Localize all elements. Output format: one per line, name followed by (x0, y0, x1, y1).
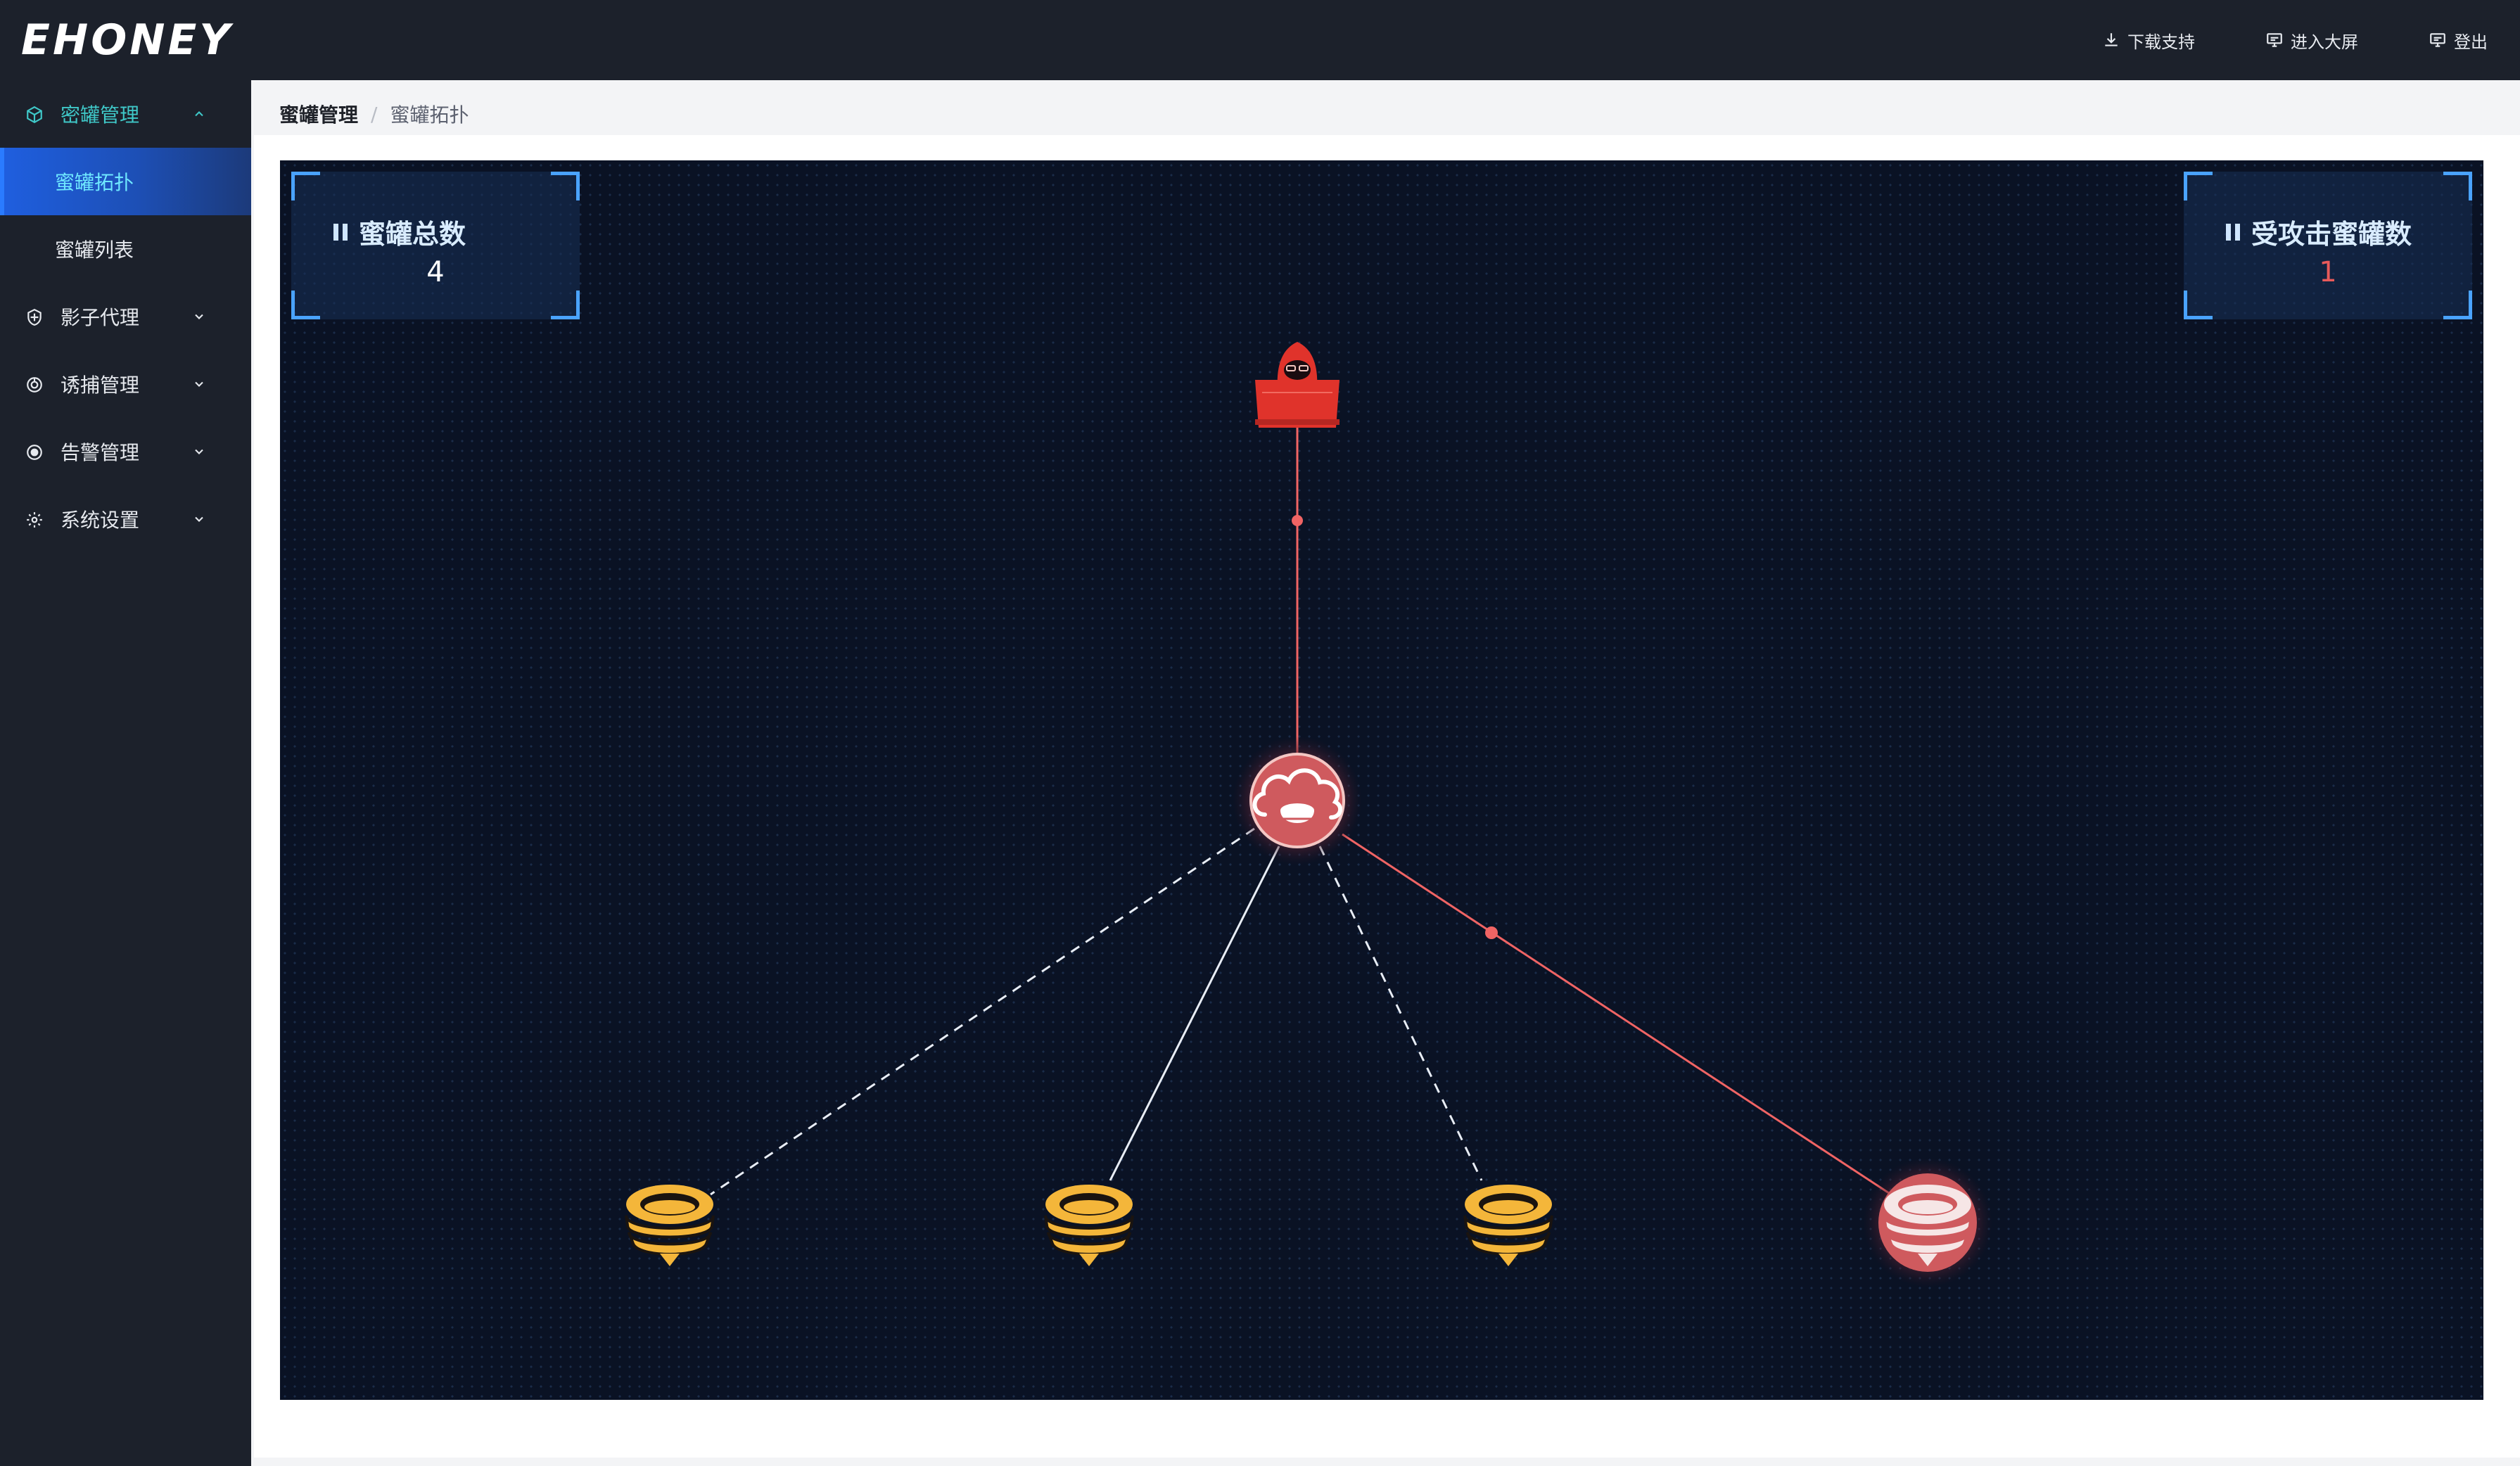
chevron-up-icon (195, 111, 203, 117)
sidebar-group-honeypot-management[interactable]: 密罐管理 (0, 80, 251, 148)
chevron-down-icon (195, 314, 203, 319)
honeypot-rim-inner (1064, 1200, 1114, 1214)
honeypot-tip (1498, 1254, 1518, 1266)
laptop-base (1255, 419, 1339, 425)
sidebar-group-label: 告警管理 (61, 441, 140, 464)
breadcrumb-current: 蜜罐拓扑 (390, 103, 469, 127)
honeypot-tip (660, 1254, 680, 1266)
breadcrumb: 蜜罐管理 / 蜜罐拓扑 (279, 100, 469, 128)
sidebar-group-label: 影子代理 (61, 306, 140, 329)
honeypot-tip (1079, 1254, 1099, 1266)
logout-icon (2430, 33, 2445, 47)
link-hub-honeypot-1 (710, 827, 1255, 1196)
logout-link[interactable]: 登出 (2429, 28, 2488, 53)
link-hub-honeypot-4 (1342, 833, 1892, 1196)
link-hub-honeypot-2 (1109, 846, 1280, 1181)
honeypot-node-1[interactable] (625, 1185, 715, 1266)
sidebar-group-label: 诱捕管理 (61, 374, 140, 397)
honeypot-rim-inner (1902, 1200, 1953, 1214)
honeypot-rim-inner (1483, 1200, 1534, 1214)
breadcrumb-parent[interactable]: 蜜罐管理 (279, 100, 358, 128)
link-marker (1485, 926, 1498, 939)
shield-icon (27, 308, 42, 326)
topology-canvas[interactable]: 蜜罐总数 4 受攻击蜜罐数 1 (280, 160, 2483, 1400)
sidebar-item-honeypot-list[interactable]: 蜜罐列表 (0, 215, 251, 283)
logo[interactable]: EHONEY (21, 15, 233, 65)
download-icon (2105, 33, 2118, 46)
logout-label: 登出 (2454, 32, 2488, 52)
gear-icon (27, 512, 42, 528)
download-support-link[interactable]: 下载支持 (2102, 28, 2195, 53)
sidebar-group-label: 系统设置 (61, 509, 140, 532)
link-hub-honeypot-3 (1318, 846, 1483, 1181)
sidebar-item-label: 蜜罐列表 (55, 238, 134, 262)
logo-text: EHONEY (21, 15, 233, 65)
top-nav: 下载支持 进入大屏 登出 (2032, 0, 2488, 80)
enter-bigscreen-link[interactable]: 进入大屏 (2265, 28, 2358, 53)
chevron-down-icon (195, 516, 203, 522)
honeypot-node-3[interactable] (1463, 1185, 1553, 1266)
honeypot-node-4-attacked[interactable] (1863, 1158, 1992, 1287)
topology-graph (625, 342, 1992, 1287)
sidebar-item-label: 蜜罐拓扑 (55, 171, 134, 194)
hub-ring (1249, 753, 1345, 848)
monitor-icon (2267, 33, 2282, 47)
sidebar-group-system-settings[interactable]: 系统设置 (0, 485, 251, 553)
alarm-icon (27, 445, 42, 460)
attacker-node[interactable] (1255, 342, 1339, 428)
sidebar-group-trap-management[interactable]: 诱捕管理 (0, 350, 251, 418)
sidebar-group-alarm-management[interactable]: 告警管理 (0, 418, 251, 485)
chevron-down-icon (195, 449, 203, 454)
honeypot-rim-inner (644, 1200, 695, 1214)
sidebar: 密罐管理 蜜罐拓扑 蜜罐列表 影子代理 诱捕管理 告警管理 系统设置 (0, 80, 251, 1466)
enter-bigscreen-label: 进入大屏 (2291, 32, 2358, 52)
trap-icon (27, 377, 42, 393)
chevron-down-icon (195, 381, 203, 387)
sidebar-group-label: 密罐管理 (61, 103, 140, 127)
hub-node[interactable] (1233, 736, 1362, 865)
top-bar: EHONEY 下载支持 进入大屏 登出 (0, 0, 2520, 80)
download-support-label: 下载支持 (2127, 32, 2195, 52)
honeypot-node-2[interactable] (1044, 1185, 1134, 1266)
sidebar-item-honeypot-topology[interactable]: 蜜罐拓扑 (0, 148, 251, 215)
breadcrumb-separator: / (371, 102, 378, 126)
link-marker (1292, 515, 1303, 526)
cube-icon (27, 106, 42, 124)
sidebar-group-shadow-proxy[interactable]: 影子代理 (0, 283, 251, 350)
